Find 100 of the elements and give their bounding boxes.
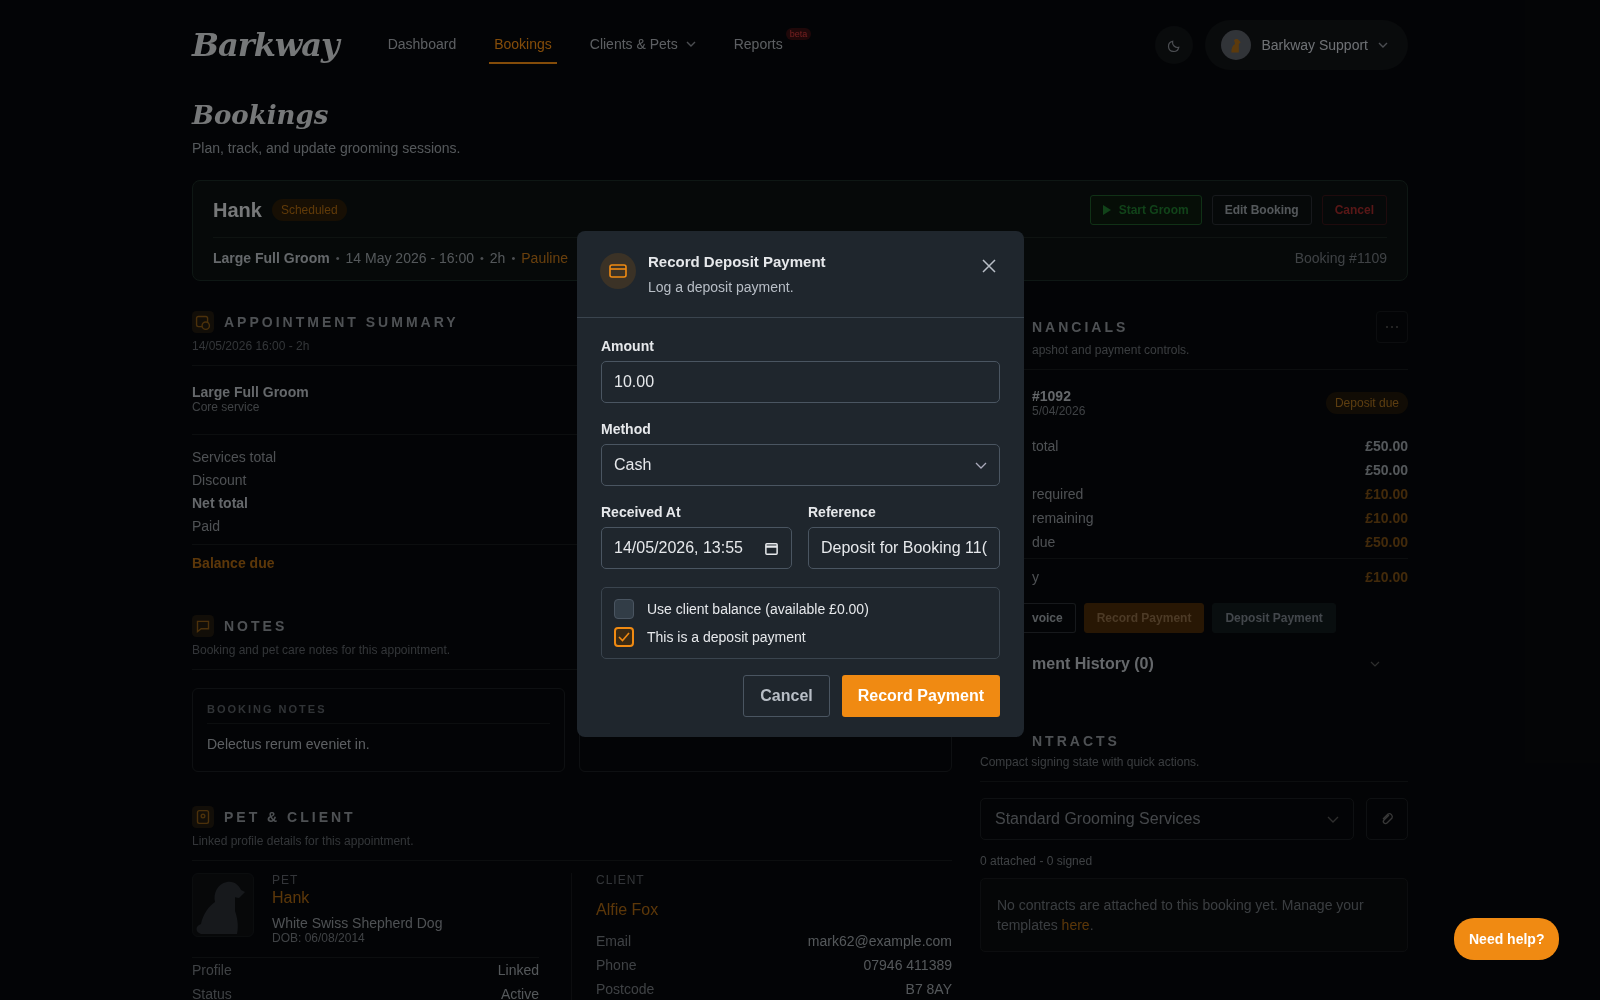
- service-name: Large Full Groom: [213, 250, 330, 266]
- section-title: PET & CLIENT: [224, 809, 356, 825]
- summary-label: Services total: [192, 449, 277, 465]
- section-subtitle: apshot and payment controls.: [1031, 343, 1191, 357]
- section-title: NOTES: [224, 618, 288, 634]
- close-icon: [982, 259, 996, 273]
- id-badge-icon: [192, 806, 214, 828]
- payment-action-button[interactable]: Deposit Payment: [1212, 603, 1336, 633]
- field-value: 07946 411389: [863, 957, 952, 973]
- amount-value: £10.00: [1365, 569, 1408, 585]
- help-button[interactable]: Need help?: [1454, 918, 1560, 960]
- pet-name: Hank: [213, 198, 262, 222]
- amount-value: £50.00: [1365, 438, 1408, 454]
- contract-select[interactable]: Standard Grooming Services: [980, 798, 1354, 840]
- field-value: Linked: [497, 962, 539, 978]
- section-title: APPOINTMENT SUMMARY: [224, 314, 459, 330]
- separator-dot: •: [511, 252, 516, 264]
- pet-name-link[interactable]: Hank: [272, 889, 443, 907]
- summary-label: Paid: [192, 518, 221, 534]
- dark-mode-toggle[interactable]: [1155, 26, 1194, 64]
- amount-label: remaining: [1031, 510, 1094, 526]
- amount-value: £50.00: [1365, 534, 1408, 550]
- nav-link[interactable]: Dashboard: [382, 26, 462, 64]
- pet-dob: DOB: 06/08/2014: [272, 931, 366, 945]
- booking-number: Booking #1109: [1294, 250, 1387, 266]
- balance-label: Balance due: [192, 554, 275, 573]
- client-name-link[interactable]: Alfie Fox: [596, 901, 952, 919]
- calendar-clock-icon: [192, 311, 214, 333]
- separator-dot: •: [479, 252, 484, 264]
- contract-counts: 0 attached - 0 signed: [980, 854, 1094, 868]
- field-label: Profile: [192, 962, 232, 978]
- record-payment-button[interactable]: Record Payment: [841, 675, 1000, 717]
- field-value: mark62@example.com: [807, 933, 952, 949]
- field-label: Reference: [808, 504, 877, 520]
- checkbox[interactable]: [614, 627, 634, 647]
- booking-action-button[interactable]: Edit Booking: [1211, 195, 1312, 225]
- reference-field[interactable]: Deposit for Booking 11(: [808, 527, 1000, 569]
- more-icon: [1385, 325, 1399, 329]
- field-label: Postcode: [596, 981, 655, 997]
- field-label: Email: [596, 933, 631, 949]
- status-badge: Deposit due: [1325, 392, 1408, 414]
- checkbox-label: Use client balance (available £0.00): [647, 601, 869, 617]
- status-badge: Scheduled: [271, 199, 347, 221]
- invoice-number: #1092: [1032, 388, 1072, 404]
- user-menu[interactable]: Barkway Support: [1205, 20, 1408, 70]
- invoice-date: 5/04/2026: [1032, 404, 1086, 418]
- field-label: Received At: [601, 504, 682, 520]
- booking-action-button[interactable]: Cancel: [1321, 195, 1387, 225]
- method-select[interactable]: Cash: [601, 444, 1000, 486]
- dialog-title: Record Deposit Payment: [648, 253, 827, 270]
- cancel-button[interactable]: Cancel: [743, 675, 830, 717]
- groomer-link[interactable]: Pauline: [521, 250, 568, 266]
- nav-link[interactable]: Reports: [728, 26, 788, 64]
- page-subtitle: Plan, track, and update grooming sessions.: [192, 140, 462, 156]
- amount-value: £50.00: [1365, 462, 1408, 478]
- service-name: Large Full Groom: [192, 384, 309, 400]
- more-options-button[interactable]: [1376, 311, 1408, 343]
- summary-label: Net total: [192, 495, 248, 511]
- checkbox[interactable]: [614, 599, 634, 619]
- amount-label: required: [1031, 486, 1084, 502]
- section-subtitle: Compact signing state with quick actions.: [980, 755, 1201, 769]
- templates-link[interactable]: here: [1061, 917, 1090, 933]
- calendar-icon: [764, 540, 779, 556]
- chat-icon: [192, 615, 214, 637]
- section-title: NANCIALS: [1031, 319, 1129, 335]
- amount-label: total: [1031, 438, 1059, 454]
- nav-link[interactable]: Bookings: [489, 26, 557, 64]
- field-value: Active: [500, 986, 539, 1000]
- checkbox-label: This is a deposit payment: [647, 629, 806, 645]
- amount-value: £10.00: [1365, 486, 1408, 502]
- page-title: Bookings: [192, 100, 330, 130]
- chevron-down-icon: [1370, 661, 1380, 667]
- separator-dot: •: [335, 252, 340, 264]
- chevron-down-icon: [975, 461, 987, 469]
- section-title: NTRACTS: [1031, 733, 1121, 749]
- amount-label: y: [1031, 569, 1039, 585]
- chevron-down-icon: [1327, 815, 1339, 823]
- card-icon: [600, 253, 636, 289]
- field-label: Method: [601, 421, 652, 437]
- booking-date: 14 May 2026 - 16:00: [345, 250, 474, 266]
- check-icon: [618, 632, 630, 642]
- amount-value: £10.00: [1365, 510, 1408, 526]
- amount-field[interactable]: 10.00: [601, 361, 1000, 403]
- field-label: Phone: [596, 957, 637, 973]
- beta-badge: beta: [785, 28, 812, 40]
- field-label: Amount: [601, 338, 655, 354]
- field-label: Status: [192, 986, 232, 1000]
- dialog-subtitle: Log a deposit payment.: [648, 279, 795, 295]
- notes-text: Delectus rerum eveniet in.: [207, 736, 370, 752]
- nav-link[interactable]: Clients & Pets: [584, 26, 701, 64]
- attach-button[interactable]: [1366, 798, 1408, 840]
- play-icon: [1102, 205, 1111, 215]
- empty-state-text: No contracts are attached to this booking yet. Manage your templates here.: [997, 896, 1365, 935]
- date-time-field[interactable]: 14/05/2026, 13:55: [601, 527, 792, 569]
- dog-avatar-icon: [1221, 30, 1252, 60]
- pet-breed: White Swiss Shepherd Dog: [272, 915, 443, 931]
- booking-duration: 2h: [489, 250, 506, 266]
- summary-label: Discount: [192, 472, 247, 488]
- field-value: B7 8AY: [905, 981, 952, 997]
- caret-icon: [1378, 42, 1388, 48]
